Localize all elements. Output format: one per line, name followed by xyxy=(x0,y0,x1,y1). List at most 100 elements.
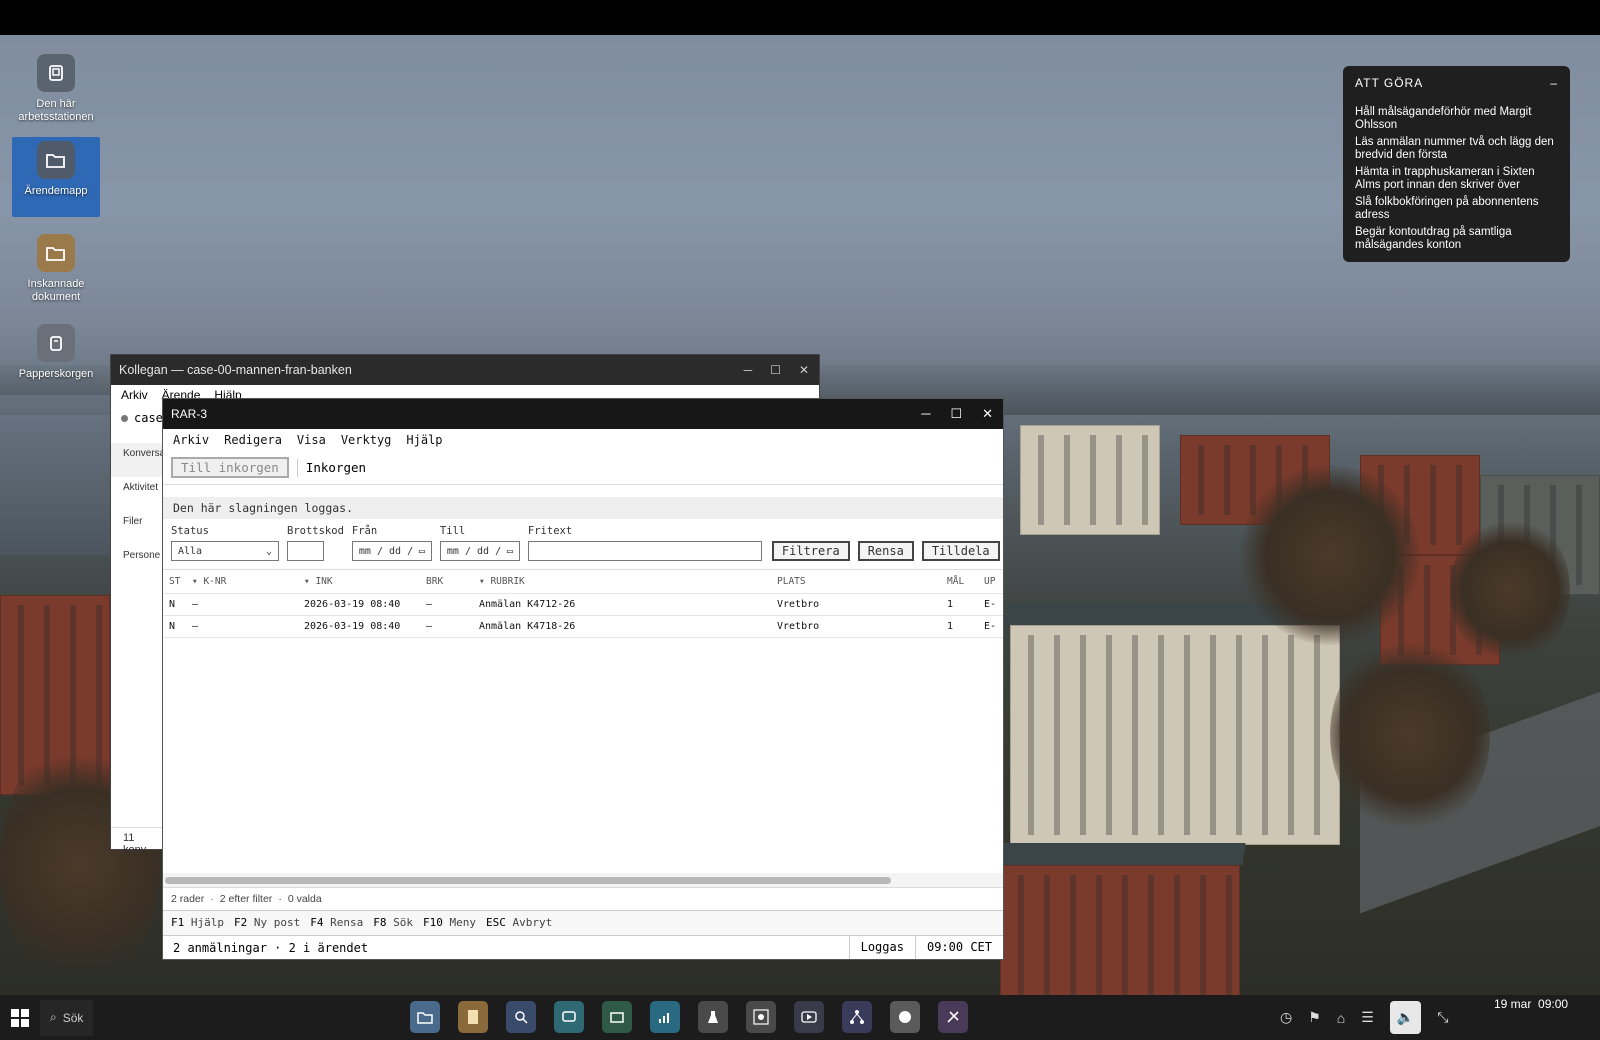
desktop-icon-scanned-docs[interactable]: Inskannade dokument xyxy=(12,234,100,304)
fkey-f2[interactable]: F2 Ny post xyxy=(234,916,300,930)
column-header[interactable]: ▾ RUBRIK xyxy=(479,576,777,587)
window-title: Kollegan — case-00-mannen-fran-banken xyxy=(119,363,352,377)
fullscreen-exit-icon[interactable]: ⤡ xyxy=(1437,1009,1448,1026)
close-icon[interactable]: ✕ xyxy=(799,363,809,377)
table-cell: Anmälan K4718-26 xyxy=(479,621,576,632)
chevron-down-icon: ⌄ xyxy=(265,545,272,557)
fkey-esc[interactable]: ESC Avbryt xyxy=(486,916,552,930)
taskbar-search[interactable]: ⌕ Sök xyxy=(40,999,94,1036)
taskbar-chat-icon[interactable] xyxy=(554,1001,584,1033)
status-value: Alla xyxy=(178,545,203,557)
toolbar-divider xyxy=(296,458,298,477)
taskbar: ⌕ Sök ◷ ⚑ ⌂ ☰ 🔈 ⤡ 19 mar 09:00 xyxy=(0,995,1600,1040)
table-row[interactable]: N — 2026-03-19 08:40 — Anmälan K4718-26 … xyxy=(163,616,1003,638)
minimize-icon[interactable]: ─ xyxy=(744,363,753,377)
case-label: case xyxy=(134,411,163,425)
volume-icon[interactable]: 🔈 xyxy=(1389,1001,1422,1034)
taskbar-document-icon[interactable] xyxy=(458,1001,488,1033)
kollegan-titlebar[interactable]: Kollegan — case-00-mannen-fran-banken ─ … xyxy=(111,355,819,385)
menu-verktyg[interactable]: Verktyg xyxy=(341,433,392,447)
column-header[interactable]: UP xyxy=(984,576,1002,587)
folder-open-icon xyxy=(37,141,75,179)
column-header[interactable]: BRK xyxy=(426,576,479,587)
todo-collapse-button[interactable]: – xyxy=(1550,76,1558,90)
clear-button[interactable]: Rensa xyxy=(857,541,914,561)
clock[interactable]: 19 mar 09:00 xyxy=(1494,997,1568,1011)
from-date-input[interactable]: mm / dd / ▭ xyxy=(351,541,432,561)
back-to-inbox-button[interactable]: Till inkorgen xyxy=(171,457,289,478)
desktop-icon-workstation[interactable]: Den här arbetsstationen xyxy=(12,54,100,124)
maximize-icon[interactable]: ☐ xyxy=(950,406,962,422)
freetext-input[interactable] xyxy=(527,541,762,561)
column-header[interactable]: PLATS xyxy=(777,576,947,587)
calendar-icon[interactable]: ▭ xyxy=(507,546,513,557)
folder-icon xyxy=(37,234,75,272)
menu-hjalp[interactable]: Hjälp xyxy=(406,433,442,447)
taskbar-flask-icon[interactable] xyxy=(698,1001,728,1033)
close-icon[interactable]: ✕ xyxy=(982,406,993,422)
todo-item: Hämta in trapphuskameran i Sixten Alms p… xyxy=(1355,166,1535,191)
minimize-icon[interactable]: ─ xyxy=(921,406,930,422)
column-header[interactable]: ▾ INK xyxy=(304,576,426,587)
flag-icon[interactable]: ⚑ xyxy=(1308,1009,1321,1026)
menubar: Arkiv Redigera Visa Verktyg Hjälp xyxy=(163,429,1003,451)
row-count: 2 rader xyxy=(171,893,205,905)
computer-icon xyxy=(37,54,75,92)
menu-arkiv[interactable]: Arkiv xyxy=(173,433,209,447)
table-cell: E- xyxy=(984,599,997,610)
fkey-f8[interactable]: F8 Sök xyxy=(373,916,413,930)
taskbar-apps xyxy=(410,1001,968,1033)
status-bar: 2 anmälningar · 2 i ärendet Loggas 09:00… xyxy=(163,935,1003,959)
table-cell: 2026-03-19 08:40 xyxy=(304,599,401,610)
fkey-f4[interactable]: F4 Rensa xyxy=(310,916,363,930)
taskbar-video-icon[interactable] xyxy=(794,1001,824,1033)
maximize-icon[interactable]: ☐ xyxy=(770,363,781,377)
table-cell: N xyxy=(169,621,176,632)
brottskod-input[interactable] xyxy=(287,541,324,561)
desktop-icon-case-folder[interactable]: Ärendemapp xyxy=(12,137,100,217)
table-cell: — xyxy=(426,621,433,632)
to-date-input[interactable]: mm / dd / ▭ xyxy=(439,541,520,561)
status-dot-icon xyxy=(121,414,128,422)
taskbar-search-doc-icon[interactable] xyxy=(506,1001,536,1033)
start-button[interactable] xyxy=(0,995,40,1040)
menu-redigera[interactable]: Redigera xyxy=(224,433,282,447)
calendar-icon[interactable]: ▭ xyxy=(419,546,425,557)
taskbar-network-icon[interactable] xyxy=(842,1001,872,1033)
status-select[interactable]: Alla ⌄ xyxy=(171,541,279,561)
horizontal-scrollbar[interactable] xyxy=(165,877,891,884)
menu-icon[interactable]: ☰ xyxy=(1361,1009,1374,1026)
clock-time: 09:00 xyxy=(1538,997,1569,1011)
table-cell: Vretbro xyxy=(777,599,820,610)
column-header[interactable]: MÅL xyxy=(947,576,984,587)
date-placeholder: mm / dd / xyxy=(446,545,502,557)
timer-icon[interactable]: ◷ xyxy=(1280,1009,1292,1026)
menu-arkiv[interactable]: Arkiv xyxy=(121,388,148,402)
toolbar: Till inkorgen Inkorgen xyxy=(163,451,1003,485)
taskbar-scan-icon[interactable] xyxy=(746,1001,776,1033)
table-row[interactable]: N — 2026-03-19 08:40 — Anmälan K4712-26 … xyxy=(163,594,1003,616)
home-icon[interactable]: ⌂ xyxy=(1337,1010,1345,1026)
rar3-window[interactable]: RAR-3 ─ ☐ ✕ Arkiv Redigera Visa Verktyg … xyxy=(162,398,1004,960)
taskbar-tools-icon[interactable] xyxy=(938,1001,968,1033)
table-cell: N xyxy=(169,599,176,610)
filter-button[interactable]: Filtrera xyxy=(771,541,850,561)
function-key-bar: F1 Hjälp F2 Ny post F4 Rensa F8 Sök F10 … xyxy=(163,911,1003,935)
search-icon: ⌕ xyxy=(50,1010,57,1024)
taskbar-folder-icon[interactable] xyxy=(410,1001,440,1033)
taskbar-disc-icon[interactable] xyxy=(890,1001,920,1033)
desktop-icon-trash[interactable]: Papperskorgen xyxy=(12,324,100,381)
taskbar-signal-icon[interactable] xyxy=(650,1001,680,1033)
desktop-icon-label: Inskannade dokument xyxy=(27,278,85,303)
assign-button[interactable]: Tilldela xyxy=(921,541,1000,561)
table-cell: E- xyxy=(984,621,997,632)
fkey-f10[interactable]: F10 Meny xyxy=(423,916,476,930)
taskbar-mail-icon[interactable] xyxy=(602,1001,632,1033)
rar3-titlebar[interactable]: RAR-3 ─ ☐ ✕ xyxy=(163,399,1003,429)
column-header[interactable]: ▾ K-NR xyxy=(192,576,304,587)
top-bar xyxy=(0,0,1600,35)
date-placeholder: mm / dd / xyxy=(358,545,414,557)
menu-visa[interactable]: Visa xyxy=(297,433,326,447)
column-header[interactable]: ST xyxy=(163,576,192,587)
fkey-f1[interactable]: F1 Hjälp xyxy=(171,916,224,930)
